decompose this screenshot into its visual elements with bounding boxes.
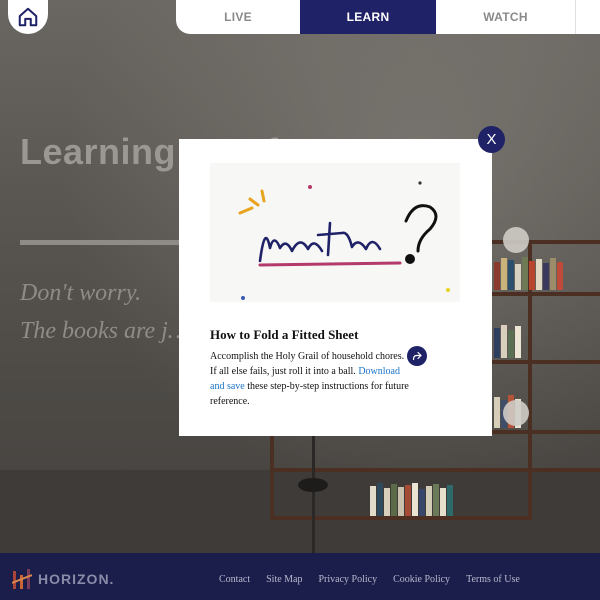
shelf	[490, 292, 600, 296]
tab-watch[interactable]: WATCH	[436, 0, 576, 34]
footer-link-privacy-policy[interactable]: Privacy Policy	[319, 574, 378, 585]
shelf	[270, 516, 530, 520]
footer-link-contact[interactable]: Contact	[219, 574, 250, 585]
brand-logo[interactable]: HORIZON.	[12, 567, 114, 591]
share-icon	[412, 351, 422, 361]
brand-name: HORIZON.	[38, 571, 115, 587]
modal-body: Accomplish the Holy Grail of household c…	[210, 349, 410, 409]
tab-learn[interactable]: LEARN	[300, 0, 436, 34]
wall-ornament	[503, 227, 529, 253]
book-row	[370, 482, 453, 516]
modal-dialog: How to Fold a Fitted Sheet Accomplish th…	[179, 139, 492, 436]
shelf	[490, 360, 600, 364]
footer-link-terms-of-use[interactable]: Terms of Use	[466, 574, 520, 585]
share-button[interactable]	[407, 346, 427, 366]
horizon-logo-icon	[12, 569, 32, 589]
main-tabs: LIVE LEARN WATCH	[176, 0, 600, 34]
shelf	[490, 430, 600, 434]
book-row	[494, 324, 521, 358]
shelf-upright	[270, 430, 274, 520]
footer-link-cookie-policy[interactable]: Cookie Policy	[393, 574, 450, 585]
close-button[interactable]: X	[478, 126, 505, 153]
how-to-drawing	[238, 181, 450, 300]
footer-links: Contact Site Map Privacy Policy Cookie P…	[219, 574, 520, 585]
modal-title: How to Fold a Fitted Sheet	[210, 327, 359, 342]
tab-overflow	[576, 0, 600, 34]
wall-ornament	[503, 400, 529, 426]
footer-link-site-map[interactable]: Site Map	[266, 574, 302, 585]
how-to-illustration	[210, 163, 460, 302]
book-row	[494, 256, 563, 290]
tab-live[interactable]: LIVE	[176, 0, 300, 34]
shelf	[270, 468, 600, 472]
lamp-shade	[298, 478, 328, 492]
home-icon	[18, 7, 38, 27]
